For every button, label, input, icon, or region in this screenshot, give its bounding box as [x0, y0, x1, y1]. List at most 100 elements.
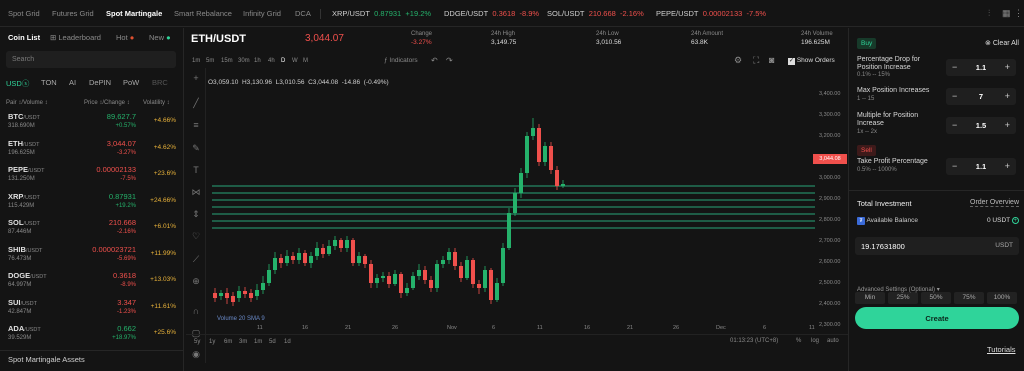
ticker-ddge[interactable]: DDGE/USDT 0.3618 -8.9% — [444, 9, 539, 18]
create-button[interactable]: Create — [855, 307, 1019, 329]
range-1m[interactable]: 1m — [254, 339, 262, 345]
tab-infinity-grid[interactable]: Infinity Grid — [243, 9, 281, 18]
timeframe-W[interactable]: W — [292, 58, 298, 64]
spot-martingale-assets-label[interactable]: Spot Martingale Assets — [8, 355, 85, 364]
tab-spot-martingale[interactable]: Spot Martingale — [106, 9, 162, 18]
timeframe-15m[interactable]: 15m — [221, 58, 233, 64]
y-tick: 2,500.00 — [819, 280, 840, 286]
tab-leaderboard[interactable]: ⊞ Leaderboard — [50, 33, 101, 42]
ruler-icon[interactable]: ⟋ — [190, 254, 202, 266]
plus-icon[interactable]: + — [1005, 120, 1010, 130]
indicators-button[interactable]: ƒ Indicators — [384, 57, 418, 64]
coin-row[interactable]: SOL/USDT 87.446M 210.668 -2.16% +6.01% — [0, 215, 184, 241]
pct-25-button[interactable]: 25% — [888, 292, 918, 304]
ticker-sol[interactable]: SOL/USDT 210.668 -2.16% — [547, 9, 644, 18]
timeframe-5m[interactable]: 5m — [206, 58, 214, 64]
chip-usds[interactable]: USDⓢ — [6, 78, 29, 89]
fullscreen-icon[interactable]: ⛶ — [753, 55, 759, 66]
crosshair-icon[interactable]: + — [190, 73, 202, 85]
header-price-change[interactable]: Price ↕/Change ↕ — [84, 100, 130, 106]
pct-min-button[interactable]: Min — [855, 292, 885, 304]
header-pair-volume[interactable]: Pair ↕/Volume ↕ — [6, 100, 48, 106]
range-1d[interactable]: 1d — [284, 339, 291, 345]
tab-smart-rebalance[interactable]: Smart Rebalance — [174, 9, 232, 18]
candlestick-chart[interactable]: 3,400.003,300.003,200.003,100.003,000.00… — [207, 88, 848, 348]
coin-row[interactable]: PEPE/USDT 131.250M 0.00002133 -7.5% +23.… — [0, 162, 184, 188]
scale-log[interactable]: log — [811, 338, 819, 344]
ticker-pepe[interactable]: PEPE/USDT 0.00002133 -7.5% — [656, 9, 766, 18]
timeframe-D[interactable]: D — [281, 58, 285, 64]
tutorials-link[interactable]: Tutorials — [987, 345, 1015, 354]
timeframe-4h[interactable]: 4h — [268, 58, 275, 64]
chip-pow[interactable]: PoW — [123, 78, 139, 87]
order-overview-link[interactable]: Order Overview — [970, 199, 1020, 207]
increase-multiple-stepper[interactable]: −1.5 + — [946, 117, 1016, 134]
show-orders-toggle[interactable]: ✓ Show Orders — [788, 57, 835, 65]
range-1y[interactable]: 1y — [209, 339, 215, 345]
tab-new[interactable]: New ● — [149, 33, 171, 42]
amount-value[interactable]: 19.17631800 — [861, 242, 905, 251]
tab-dca[interactable]: DCA — [295, 9, 311, 18]
coin-row[interactable]: ADA/USDT 39.529M 0.662 +18.97% +25.6% — [0, 321, 184, 347]
timeframe-1h[interactable]: 1h — [254, 58, 261, 64]
coin-row[interactable]: ETH/USDT 196.625M 3,044.07 -3.27% +4.62% — [0, 136, 184, 162]
pct-50-button[interactable]: 50% — [921, 292, 951, 304]
chip-ton[interactable]: TON — [41, 78, 57, 87]
eye-icon[interactable]: ◉ — [190, 349, 202, 361]
coin-symbol: ADA/USDT — [8, 324, 41, 333]
measure-icon[interactable]: ⇕ — [190, 209, 202, 221]
hline-icon[interactable]: ≡ — [190, 120, 202, 132]
settings-icon[interactable]: ⚙ — [734, 55, 742, 66]
pair-title[interactable]: ETH/USDT — [191, 33, 246, 45]
range-5d[interactable]: 5d — [269, 339, 276, 345]
range-5y[interactable]: 5y — [194, 339, 200, 345]
brush-icon[interactable]: ✎ — [190, 143, 202, 155]
trendline-icon[interactable]: ╱ — [190, 98, 202, 110]
camera-icon[interactable]: ◙ — [769, 55, 774, 65]
zoom-icon[interactable]: ⊕ — [190, 276, 202, 288]
clear-all-button[interactable]: ⊗ Clear All — [985, 39, 1019, 47]
tab-futures-grid[interactable]: Futures Grid — [52, 9, 94, 18]
investment-amount-input[interactable]: 19.17631800 USDT — [855, 237, 1019, 255]
chip-ai[interactable]: AI — [69, 78, 76, 87]
emoji-icon[interactable]: ♡ — [190, 231, 202, 243]
chip-brc[interactable]: BRC — [152, 78, 168, 87]
tab-spot-grid[interactable]: Spot Grid — [8, 9, 40, 18]
pct-100-button[interactable]: 100% — [987, 292, 1017, 304]
more-icon[interactable]: ⋮ — [1014, 8, 1023, 19]
coin-row[interactable]: BTC/USDT 318.690M 89,627.7 +0.57% +4.66% — [0, 109, 184, 135]
tab-hot[interactable]: Hot ● — [116, 33, 134, 42]
scale-auto[interactable]: auto — [827, 338, 839, 344]
tab-coin-list[interactable]: Coin List — [8, 33, 40, 42]
coin-row[interactable]: XRP/USDT 115.429M 0.87931 +19.2% +24.66% — [0, 189, 184, 215]
layout-icon[interactable]: ▦ — [1002, 8, 1011, 19]
plus-icon[interactable]: + — [1005, 91, 1010, 101]
scale-percent[interactable]: % — [796, 338, 801, 344]
pattern-icon[interactable]: ⋈ — [190, 187, 202, 199]
search-input[interactable]: Search — [6, 51, 176, 68]
range-6m[interactable]: 6m — [224, 339, 232, 345]
timeframe-30m[interactable]: 30m — [238, 58, 250, 64]
plus-icon[interactable]: + — [1005, 161, 1010, 171]
timeframe-1m[interactable]: 1m — [192, 58, 200, 64]
max-increases-stepper[interactable]: −7 + — [946, 88, 1016, 105]
coin-row[interactable]: DOGE/USDT 64.997M 0.3618 -8.9% +13.03% — [0, 268, 184, 294]
header-volatility[interactable]: Volatility ↕ — [143, 100, 170, 106]
plus-icon[interactable]: + — [1005, 62, 1010, 72]
ticker-xrp[interactable]: XRP/USDT 0.87931 +19.2% — [332, 9, 431, 18]
undo-icon[interactable]: ↶ — [431, 56, 438, 65]
text-icon[interactable]: T — [190, 165, 202, 177]
chip-depin[interactable]: DePIN — [89, 78, 111, 87]
deposit-plus-icon[interactable]: + — [1011, 217, 1019, 224]
coin-row[interactable]: SHIB/USDT 76.473M 0.000023721 -5.69% +11… — [0, 242, 184, 268]
redo-icon[interactable]: ↷ — [446, 56, 453, 65]
take-profit-stepper[interactable]: −1.1 + — [946, 158, 1016, 175]
timeframe-M[interactable]: M — [303, 58, 308, 64]
sliders-icon[interactable]: ⫶ — [988, 8, 990, 19]
range-3m[interactable]: 3m — [239, 339, 247, 345]
coin-row[interactable]: SUI/USDT 42.847M 3.347 -1.23% +11.61% — [0, 295, 184, 321]
pct-75-button[interactable]: 75% — [954, 292, 984, 304]
magnet-icon[interactable]: ∩ — [190, 306, 202, 318]
advanced-settings-toggle[interactable]: Advanced Settings (Optional) ▾ — [857, 286, 940, 293]
drop-percentage-stepper[interactable]: −1.1 + — [946, 59, 1016, 76]
